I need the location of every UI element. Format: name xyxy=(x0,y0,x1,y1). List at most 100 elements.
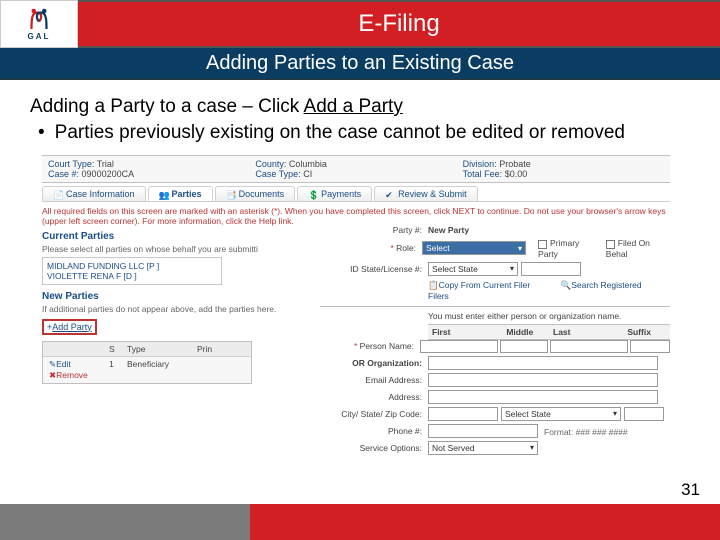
middle-name-input[interactable] xyxy=(500,340,548,353)
filed-on-checkbox[interactable]: Filed On Behal xyxy=(606,238,670,258)
instruction-underline: Add a Party xyxy=(304,96,403,117)
add-party-link[interactable]: +Add Party xyxy=(47,322,92,332)
tab-parties-label: Parties xyxy=(172,189,202,199)
role-value: Select xyxy=(426,243,450,253)
current-party-1: MIDLAND FUNDING LLC [P ] xyxy=(47,261,217,271)
case-info-icon: 📄 xyxy=(53,190,62,199)
page-number: 31 xyxy=(681,480,700,500)
org-input[interactable] xyxy=(428,356,658,370)
copy-from-filer-link[interactable]: 📋Copy From Current Filer xyxy=(428,280,544,290)
review-icon: ✔ xyxy=(385,190,394,199)
case-type-value: CI xyxy=(303,169,312,179)
tab-documents[interactable]: 📑 Documents xyxy=(215,186,296,201)
case-header: Court Type: Trial Case #: 09000200CA Cou… xyxy=(42,155,670,183)
logo: GAL xyxy=(0,0,78,48)
division-label: Division: xyxy=(463,159,497,169)
content: Adding a Party to a case – Click Add a P… xyxy=(0,80,720,384)
suffix-input[interactable] xyxy=(630,340,670,353)
gal-logo-icon xyxy=(24,8,54,32)
page-title: E-Filing xyxy=(78,0,720,48)
current-parties-list[interactable]: MIDLAND FUNDING LLC [P ] VIOLETTE RENA F… xyxy=(42,257,222,285)
service-label: Service Options: xyxy=(320,443,428,453)
payments-icon: 💲 xyxy=(308,190,317,199)
logo-text: GAL xyxy=(28,32,51,41)
service-select[interactable]: Not Served xyxy=(428,441,538,455)
division-value: Probate xyxy=(499,159,531,169)
current-party-2: VIOLETTE RENA F [D ] xyxy=(47,271,217,281)
remove-link[interactable]: ✖Remove xyxy=(49,370,88,380)
documents-icon: 📑 xyxy=(226,190,235,199)
instruction-block: Adding a Party to a case – Click Add a P… xyxy=(30,94,698,145)
county-label: County: xyxy=(255,159,286,169)
required-notice: All required fields on this screen are m… xyxy=(42,206,670,226)
copy-label: Copy From Current Filer xyxy=(439,280,531,290)
footer-gray xyxy=(0,504,250,540)
zip-input[interactable] xyxy=(624,407,664,421)
edit-label: Edit xyxy=(56,359,71,369)
role-select[interactable]: Select xyxy=(422,241,526,255)
new-party-grid: S Type Prin ✎Edit ✖Remove 1 Beneficiary xyxy=(42,341,252,384)
tab-review[interactable]: ✔ Review & Submit xyxy=(374,186,478,201)
party-detail-panel: Party #: New Party Role: Select Primary … xyxy=(320,225,670,457)
footer-band xyxy=(0,504,720,540)
court-type-label: Court Type: xyxy=(48,159,94,169)
citystate-label: City/ State/ Zip Code: xyxy=(320,409,428,419)
idstate-select[interactable]: Select State xyxy=(428,262,518,276)
last-name-input[interactable] xyxy=(550,340,628,353)
grid-row-type: Beneficiary xyxy=(121,357,191,383)
add-party-label: Add Party xyxy=(52,322,92,332)
instruction-bullet: Parties previously existing on the case … xyxy=(55,120,625,146)
grid-col-s: S xyxy=(103,342,121,356)
tab-case-info[interactable]: 📄 Case Information xyxy=(42,186,146,201)
state-select[interactable]: Select State xyxy=(501,407,621,421)
tab-payments-label: Payments xyxy=(321,189,361,199)
total-fee-value: $0.00 xyxy=(505,169,528,179)
page-subtitle: Adding Parties to an Existing Case xyxy=(0,48,720,80)
idstate-value: Select State xyxy=(432,264,478,274)
partynum-label: Party #: xyxy=(320,225,428,235)
license-input[interactable] xyxy=(521,262,581,276)
grid-col-prin: Prin xyxy=(191,342,231,356)
case-num-label: Case #: xyxy=(48,169,79,179)
header-band: GAL E-Filing xyxy=(0,0,720,48)
email-input[interactable] xyxy=(428,373,658,387)
tab-review-label: Review & Submit xyxy=(398,189,467,199)
court-type-value: Trial xyxy=(97,159,114,169)
partynum-value: New Party xyxy=(428,225,469,235)
tab-documents-label: Documents xyxy=(239,189,285,199)
tab-bar: 📄 Case Information 👥 Parties 📑 Documents 💲 P… xyxy=(42,186,670,202)
edit-link[interactable]: ✎Edit xyxy=(49,359,71,369)
footer-red xyxy=(250,504,720,540)
role-label: Role: xyxy=(320,243,422,253)
phone-label: Phone #: xyxy=(320,426,428,436)
primary-checkbox[interactable]: Primary Party xyxy=(538,238,598,258)
instruction-line1a: Adding a Party to a case – Click xyxy=(30,96,304,117)
phone-format: Format: ### ### #### xyxy=(544,427,628,437)
tab-payments[interactable]: 💲 Payments xyxy=(297,186,372,201)
grid-col-type: Type xyxy=(121,342,191,356)
org-label: OR Organization: xyxy=(320,358,428,368)
parties-icon: 👥 xyxy=(159,190,168,199)
bullet-icon: • xyxy=(38,120,45,146)
address-input[interactable] xyxy=(428,390,658,404)
tab-parties[interactable]: 👥 Parties xyxy=(148,186,213,201)
total-fee-label: Total Fee: xyxy=(463,169,503,179)
col-last: Last xyxy=(549,325,623,339)
address-label: Address: xyxy=(320,392,428,402)
case-num-value: 09000200CA xyxy=(82,169,135,179)
state-value: Select State xyxy=(505,409,551,419)
case-type-label: Case Type: xyxy=(255,169,300,179)
col-first: First xyxy=(428,325,502,339)
phone-input[interactable] xyxy=(428,424,538,438)
name-instruction: You must enter either person or organiza… xyxy=(428,311,670,321)
service-value: Not Served xyxy=(432,443,475,453)
city-input[interactable] xyxy=(428,407,498,421)
add-party-highlight: +Add Party xyxy=(42,319,97,335)
first-name-input[interactable] xyxy=(420,340,498,353)
remove-label: Remove xyxy=(56,370,88,380)
tab-case-info-label: Case Information xyxy=(66,189,135,199)
screenshot-panel: Court Type: Trial Case #: 09000200CA Cou… xyxy=(42,155,670,383)
person-label: Person Name: xyxy=(320,341,420,351)
idstate-label: ID State/License #: xyxy=(320,264,428,274)
email-label: Email Address: xyxy=(320,375,428,385)
